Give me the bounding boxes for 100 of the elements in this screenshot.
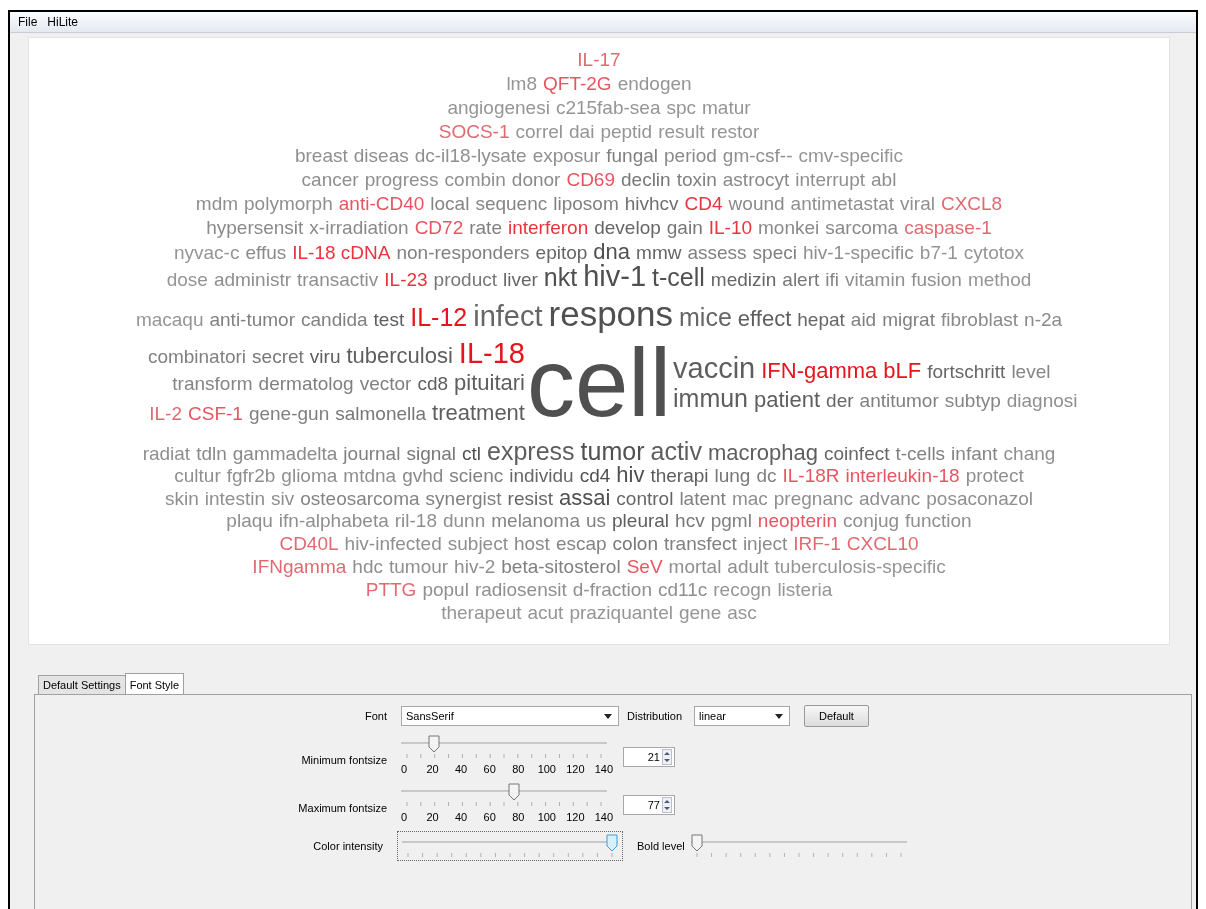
cloud-word: medizin [710,268,777,292]
cloud-word: diseas [353,144,409,168]
tick-label: 100 [536,811,557,823]
tick-label: 0 [399,763,409,775]
cloud-word: cancer [301,168,359,192]
distribution-dropdown[interactable]: linear [694,706,791,726]
menu-item[interactable]: File [16,15,40,29]
cloud-word: glioma [281,464,338,487]
slider-thumb[interactable] [690,834,703,852]
tick-label: 60 [482,763,497,775]
cloud-word: fungal [606,144,659,168]
cloud-word: transform [172,372,253,396]
tab[interactable]: Default Settings [38,675,126,694]
cloud-word: hepat [797,308,845,332]
spin-arrows-icon[interactable] [662,797,672,813]
cloud-word: pregnanc [773,487,853,510]
cloud-word: donor [511,168,561,192]
cloud-word: tuberculosi [346,342,453,370]
cloud-word: tuberculosis-specific [774,555,946,578]
font-dropdown[interactable]: SansSerif [401,706,619,726]
tab[interactable]: Font Style [124,673,185,694]
cloud-word: d-fraction [572,578,652,601]
cloud-word: product [433,268,497,292]
cloud-word: cytotox [963,241,1025,265]
cloud-word: cell [525,344,671,422]
cloud-word: treatment [432,399,525,427]
cloud-word: speci [752,241,797,265]
slider-label: Minimum fontsize [300,754,388,766]
cloud-word: IRF-1 [793,532,841,555]
cloud-word: infant [951,442,998,465]
cloud-word: assai [559,486,611,509]
cloud-word: CXCL10 [846,532,919,555]
cloud-word: hypersensit [206,216,304,240]
cloud-word: conjug [843,509,900,532]
cloud-word: synergist [425,487,502,510]
cloud-word: plaqu [226,509,273,532]
cloud-word: rate [469,216,502,240]
spin-arrows-icon[interactable] [662,749,672,765]
cloud-word: peptid [600,120,653,144]
cloud-word: aid [850,308,877,332]
cloud-word: test [373,308,405,332]
cloud-word: lm8 [506,72,537,96]
cloud-word: dunn [442,509,486,532]
cloud-word: hivhcv [624,192,679,216]
tick-label: 40 [454,763,469,775]
cloud-word: pleural [612,509,670,532]
cloud-word: hiv-1-specific [802,241,914,265]
cloud-word: infect [473,299,543,334]
cloud-word: gain [666,216,703,240]
number-spinner[interactable]: 21 [623,747,675,767]
cloud-word: salmonella [335,402,427,426]
cloud-word: function [905,509,972,532]
cloud-word: exposur [532,144,601,168]
cloud-word: colon [612,532,658,555]
cloud-word: mice [679,302,732,333]
cloud-word: period [664,144,717,168]
slider-thumb[interactable] [606,834,618,852]
number-spinner[interactable]: 77 [623,795,675,815]
menu-item[interactable]: HiLite [45,15,81,29]
cloud-word: macrophag [707,441,818,464]
cloud-word: interferon [507,216,589,240]
cloud-word: candida [301,308,368,332]
cloud-word: gene-gun [248,402,330,426]
cloud-word: combin [444,168,506,192]
cloud-word: activ [650,440,702,463]
default-button[interactable]: Default [804,705,869,727]
cloud-word: siv [271,487,295,510]
cloud-word: progress [364,168,439,192]
slider-thumb[interactable] [428,735,441,753]
cloud-word: vaccin [673,353,756,383]
cloud-word: CD40L [279,532,339,555]
cloud-word: diagnosi [1006,389,1078,413]
cloud-word: alert [782,268,820,292]
cloud-word: monkei [758,216,820,240]
cloud-word: epitop [535,241,588,265]
cloud-word: viru [309,345,341,369]
tick-label: 20 [425,811,440,823]
cloud-word: ril-18 [394,509,437,532]
cloud-word: mmw [636,241,682,264]
cloud-word: develop [594,216,661,240]
cloud-word: astrocyt [722,168,790,192]
cloud-word: CD69 [566,168,615,192]
cloud-word: tumour [388,555,449,578]
cloud-word: subject [447,532,508,555]
slider-thumb[interactable] [507,783,520,801]
cloud-word: mtdna [343,464,397,487]
cloud-word: IL-18 cDNA [292,241,391,265]
cloud-word: c215fab-sea [555,96,661,120]
tick-label: 140 [593,811,615,823]
cloud-word: gm-csf-- [722,144,793,168]
cloud-word: praziquantel [569,601,673,624]
cloud-word: breast [294,144,348,168]
cloud-word: signal [406,442,457,465]
cloud-word: hiv-1 [583,264,647,288]
cloud-word: vitamin [845,268,906,292]
cloud-word: antimetastat [790,192,895,216]
cloud-word: host [513,532,550,555]
cloud-word: radiat [142,442,191,465]
cloud-word: mac [731,487,768,510]
cloud-word: macaqu [135,308,204,332]
